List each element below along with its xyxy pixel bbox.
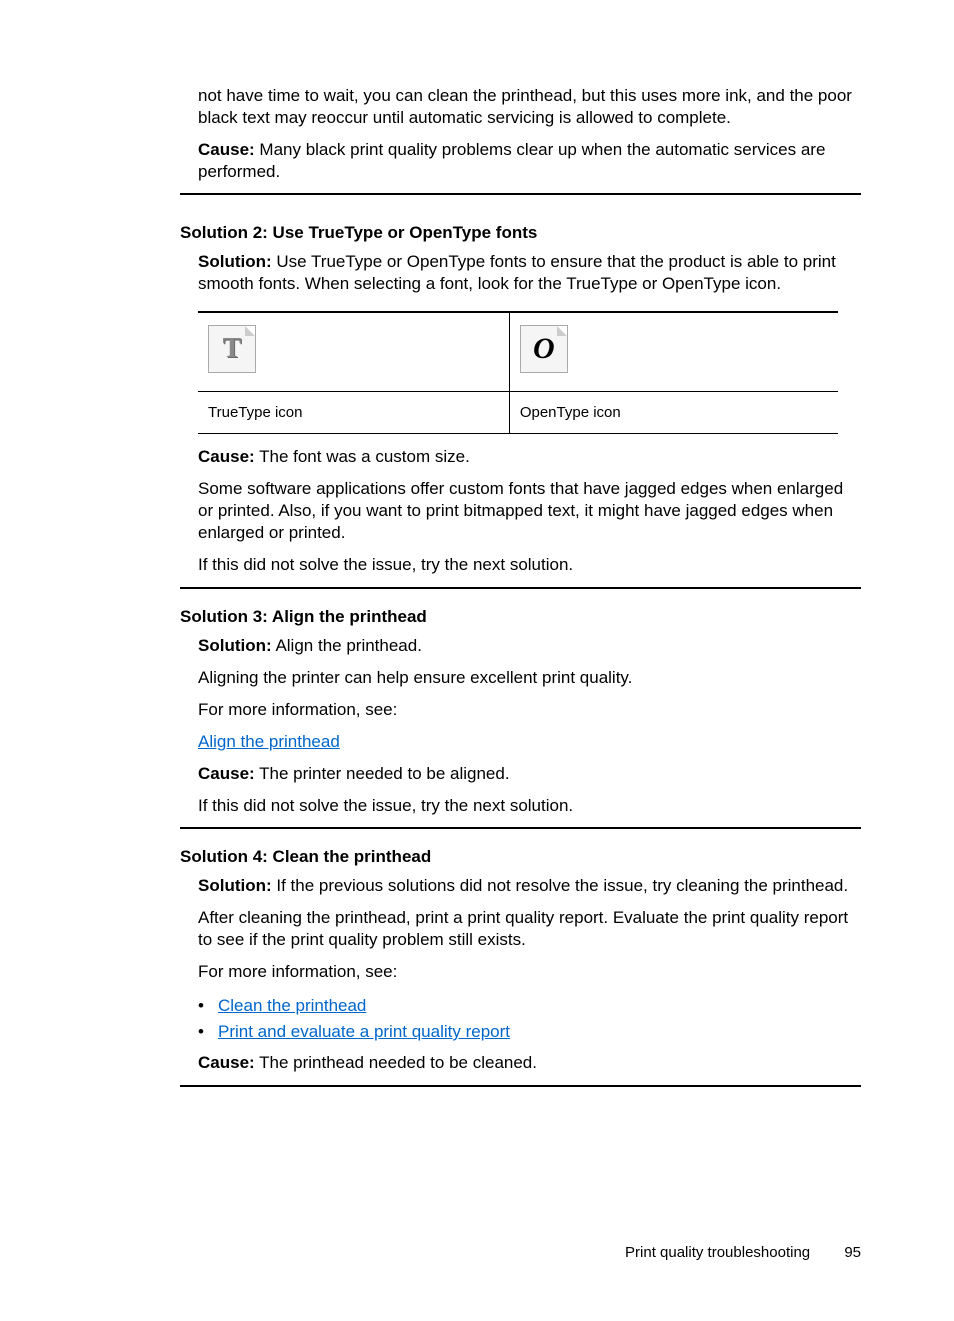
divider	[180, 587, 861, 589]
divider	[180, 1085, 861, 1087]
opentype-glyph: O	[533, 332, 555, 366]
intro-paragraph: not have time to wait, you can clean the…	[198, 85, 861, 129]
solution4-cause: Cause: The printhead needed to be cleane…	[198, 1052, 861, 1074]
truetype-label: TrueType icon	[198, 392, 509, 434]
solution2-text: Solution: Use TrueType or OpenType fonts…	[198, 251, 861, 295]
clean-printhead-link[interactable]: Clean the printhead	[218, 996, 366, 1015]
solution2-heading: Solution 2: Use TrueType or OpenType fon…	[180, 223, 861, 243]
print-quality-report-link[interactable]: Print and evaluate a print quality repor…	[218, 1022, 510, 1041]
solution-text: Align the printhead.	[272, 636, 422, 655]
document-content: not have time to wait, you can clean the…	[180, 85, 861, 1087]
divider	[180, 827, 861, 829]
cause-label: Cause:	[198, 140, 255, 159]
solution3-p2: For more information, see:	[198, 699, 861, 721]
icon-fold	[557, 326, 567, 336]
align-printhead-link[interactable]: Align the printhead	[198, 732, 340, 751]
solution4-text: Solution: If the previous solutions did …	[198, 875, 861, 897]
opentype-icon-cell: O	[509, 312, 838, 392]
truetype-glyph: T	[223, 333, 242, 365]
cause-text: The printer needed to be aligned.	[255, 764, 510, 783]
truetype-icon-cell: T	[198, 312, 509, 392]
solution3-link-p: Align the printhead	[198, 731, 861, 753]
solution4-p1: After cleaning the printhead, print a pr…	[198, 907, 861, 951]
solution3-p3: If this did not solve the issue, try the…	[198, 795, 861, 817]
solution3-cause: Cause: The printer needed to be aligned.	[198, 763, 861, 785]
solution4-heading: Solution 4: Clean the printhead	[180, 847, 861, 867]
page-footer: Print quality troubleshooting 95	[625, 1244, 861, 1261]
font-icon-table: T O TrueType icon OpenType icon	[198, 311, 838, 435]
divider	[180, 193, 861, 195]
solution-text: Use TrueType or OpenType fonts to ensure…	[198, 252, 836, 293]
truetype-icon: T	[208, 325, 256, 373]
solution3-p1: Aligning the printer can help ensure exc…	[198, 667, 861, 689]
icon-fold	[245, 326, 255, 336]
opentype-icon: O	[520, 325, 568, 373]
solution4-p2: For more information, see:	[198, 961, 861, 983]
intro-cause: Cause: Many black print quality problems…	[198, 139, 861, 183]
cause-text: The font was a custom size.	[255, 447, 470, 466]
solution3-heading: Solution 3: Align the printhead	[180, 607, 861, 627]
solution3-text: Solution: Align the printhead.	[198, 635, 861, 657]
cause-label: Cause:	[198, 447, 255, 466]
cause-label: Cause:	[198, 1053, 255, 1072]
solution-label: Solution:	[198, 876, 272, 895]
cause-text: The printhead needed to be cleaned.	[255, 1053, 537, 1072]
solution4-link-list: Clean the printhead Print and evaluate a…	[198, 993, 861, 1044]
list-item: Print and evaluate a print quality repor…	[198, 1019, 861, 1045]
solution-label: Solution:	[198, 636, 272, 655]
footer-section: Print quality troubleshooting	[625, 1244, 810, 1261]
opentype-label: OpenType icon	[509, 392, 838, 434]
cause-label: Cause:	[198, 764, 255, 783]
solution2-p2: If this did not solve the issue, try the…	[198, 554, 861, 576]
list-item: Clean the printhead	[198, 993, 861, 1019]
cause-text: Many black print quality problems clear …	[198, 140, 825, 181]
solution2-cause: Cause: The font was a custom size.	[198, 446, 861, 468]
solution-label: Solution:	[198, 252, 272, 271]
solution2-p1: Some software applications offer custom …	[198, 478, 861, 544]
solution-text: If the previous solutions did not resolv…	[272, 876, 848, 895]
footer-page-number: 95	[844, 1244, 861, 1261]
